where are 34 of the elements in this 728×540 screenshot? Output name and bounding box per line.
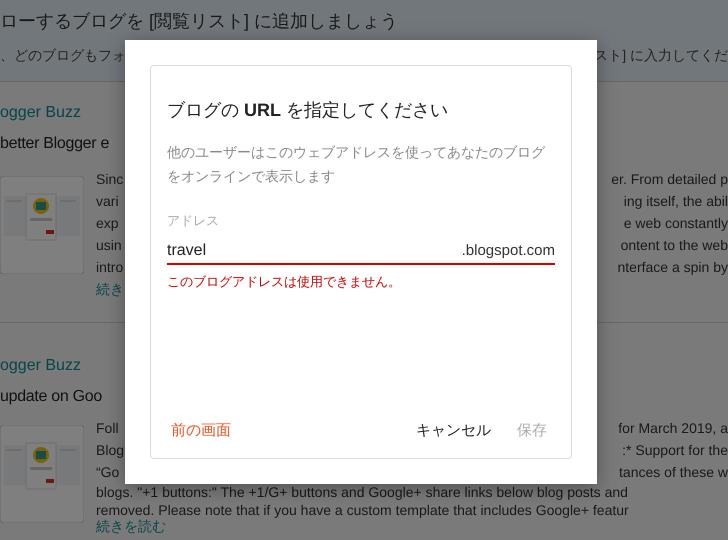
excerpt-text: e web constantly xyxy=(624,214,728,233)
blog-name: ogger Buzz xyxy=(0,356,81,376)
domain-suffix: .blogspot.com xyxy=(462,242,555,259)
excerpt-text: usin xyxy=(96,236,122,255)
excerpt-text: blogs. "+1 buttons:" The +1/G+ buttons and Google+ share links below blog posts and xyxy=(96,483,629,501)
dialog-title: ブログの URL を指定してください xyxy=(167,99,450,122)
back-button[interactable]: 前の画面 xyxy=(167,413,239,448)
error-message: このブログアドレスは使用できません。 xyxy=(167,273,402,291)
field-label: アドレス xyxy=(167,212,220,230)
excerpt-text: Foll xyxy=(96,419,119,438)
excerpt-text: vari xyxy=(96,192,119,211)
cancel-button[interactable]: キャンセル xyxy=(408,413,499,448)
excerpt-text: nterface a spin by xyxy=(617,258,728,277)
excerpt-text: tances of these w xyxy=(619,463,728,482)
hint-text: 、どのブログもフォ xyxy=(0,46,126,65)
excerpt-text: er. From detailed p xyxy=(611,170,728,189)
page-heading: ローするブログを [閲覧リスト] に追加しましょう xyxy=(0,10,400,33)
address-field[interactable]: travel xyxy=(167,242,462,260)
excerpt-text: intro xyxy=(96,258,124,277)
dialog-description: 他のユーザーはこのウェブアドレスを使ってあなたのブログをオンラインで表示します xyxy=(167,143,546,186)
excerpt-text: removed. Please note that if you have a custom template that includes Google+ featur xyxy=(96,501,630,519)
post-title: update on Goo xyxy=(0,387,102,407)
read-more-link[interactable]: 続き xyxy=(96,281,124,297)
excerpt-text: ontent to the web xyxy=(620,236,728,255)
excerpt-text: “Go xyxy=(96,463,120,482)
excerpt-text: :* Support for the xyxy=(622,441,728,460)
post-title: better Blogger e xyxy=(0,134,110,154)
excerpt-text: for March 2019, a xyxy=(618,419,728,438)
excerpt-text: exp xyxy=(96,214,119,233)
blog-name: ogger Buzz xyxy=(0,103,81,123)
read-more-link[interactable]: 続きを読む xyxy=(96,518,166,534)
excerpt-text: ing itself, the abil xyxy=(624,192,728,211)
excerpt-text: Sinc xyxy=(96,170,124,189)
excerpt-text: Blog xyxy=(96,441,124,460)
